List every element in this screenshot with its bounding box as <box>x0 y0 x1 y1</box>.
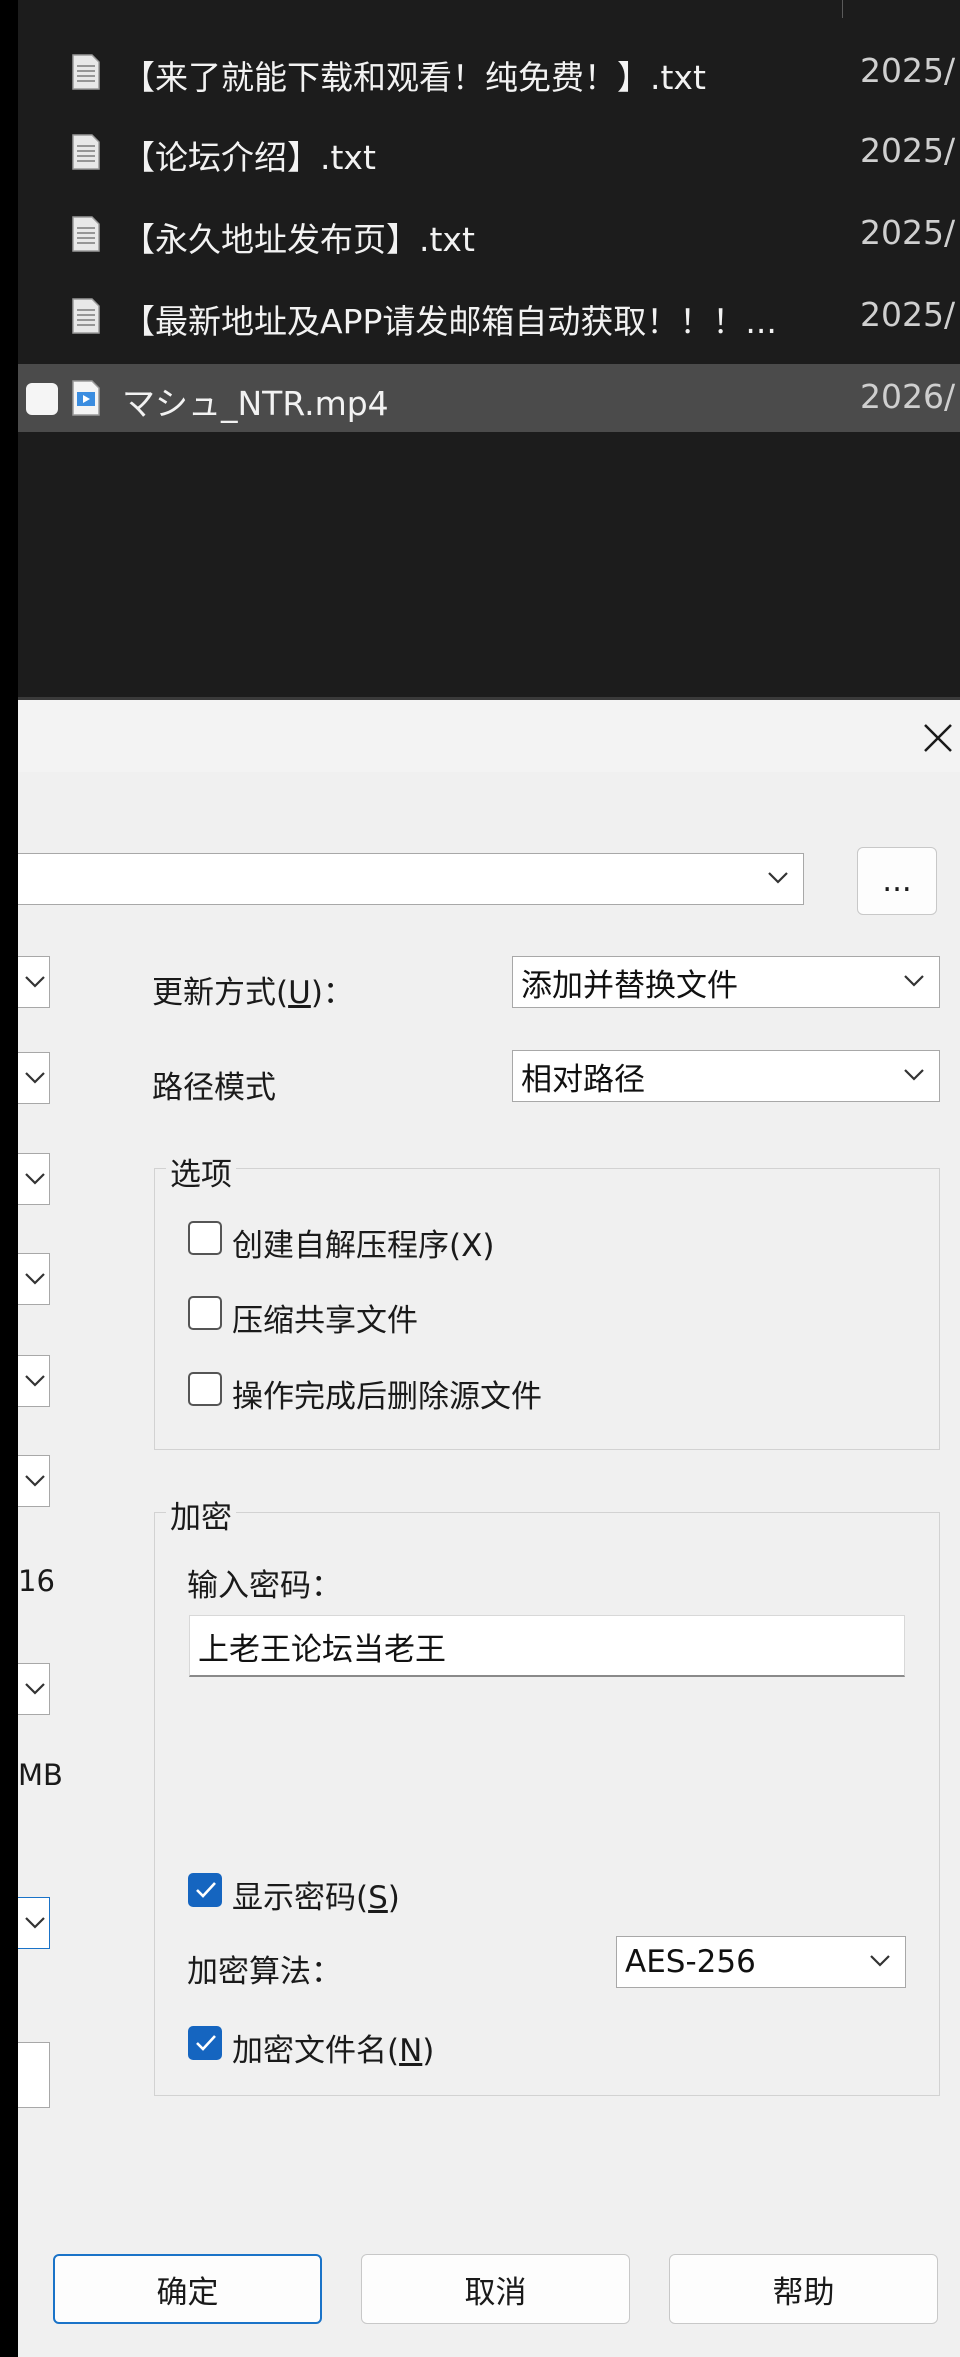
file-date: 2025/ <box>860 51 956 90</box>
file-name: マシュ_NTR.mp4 <box>122 384 389 423</box>
text-file-icon <box>72 298 100 334</box>
file-list: 【来了就能下载和观看！纯免费！】.txt 2025/ 【论坛介绍】.txt 20… <box>18 0 960 700</box>
chevron-down-icon <box>904 1069 924 1081</box>
chevron-down-icon <box>768 872 788 884</box>
file-date: 2025/ <box>860 131 956 170</box>
archive-path-combobox[interactable] <box>18 853 804 905</box>
browse-button[interactable]: ... <box>857 847 937 915</box>
path-mode-value: 相对路径 <box>521 1061 645 1098</box>
algorithm-label: 加密算法： <box>187 1954 342 1990</box>
chevron-down-icon <box>25 1475 45 1487</box>
video-file-icon <box>72 380 100 416</box>
update-mode-combobox[interactable]: 添加并替换文件 <box>512 956 940 1008</box>
file-name: 【永久地址发布页】.txt <box>122 220 475 259</box>
left-stub-combobox[interactable] <box>18 1455 50 1507</box>
left-stub-value: 16 <box>18 1564 55 1598</box>
chevron-down-icon <box>25 1683 45 1695</box>
delete-source-label[interactable]: 操作完成后删除源文件 <box>232 1371 542 1416</box>
text-file-icon <box>72 134 100 170</box>
chevron-down-icon <box>25 1375 45 1387</box>
left-stub-combobox[interactable] <box>18 1355 50 1407</box>
column-divider[interactable] <box>842 0 843 18</box>
create-sfx-checkbox[interactable] <box>188 1221 222 1255</box>
file-date: 2025/ <box>860 213 956 252</box>
cancel-button[interactable]: 取消 <box>361 2254 630 2324</box>
row-checkbox[interactable] <box>26 383 58 415</box>
left-stub-combobox[interactable] <box>18 1897 50 1949</box>
file-row[interactable]: 【来了就能下载和观看！纯免费！】.txt 2025/ <box>18 38 960 106</box>
show-password-label[interactable]: 显示密码(S) <box>232 1872 400 1917</box>
compress-shared-checkbox[interactable] <box>188 1296 222 1330</box>
checkmark-icon <box>196 2035 216 2051</box>
path-mode-label: 路径模式 <box>152 1070 276 1106</box>
compress-shared-label[interactable]: 压缩共享文件 <box>232 1295 418 1340</box>
chevron-down-icon <box>25 1917 45 1929</box>
file-row[interactable]: 【论坛介绍】.txt 2025/ <box>18 118 960 186</box>
algorithm-combobox[interactable]: AES-256 <box>616 1936 906 1988</box>
file-name: 【论坛介绍】.txt <box>122 138 376 177</box>
encrypt-filenames-checkbox[interactable] <box>188 2026 222 2060</box>
encrypt-filenames-label[interactable]: 加密文件名(N) <box>232 2025 434 2070</box>
file-row[interactable]: 【最新地址及APP请发邮箱自动获取！！！... 2025/ <box>18 282 960 350</box>
file-row-selected[interactable]: マシュ_NTR.mp4 2026/ <box>18 364 960 432</box>
left-stub-combobox[interactable] <box>18 1052 50 1104</box>
algorithm-value: AES-256 <box>625 1944 756 1980</box>
chevron-down-icon <box>25 1072 45 1084</box>
left-edge <box>0 700 18 2357</box>
text-file-icon <box>72 216 100 252</box>
create-sfx-label[interactable]: 创建自解压程序(X) <box>232 1220 494 1265</box>
ok-button[interactable]: 确定 <box>53 2254 322 2324</box>
close-icon <box>924 724 952 752</box>
file-date: 2025/ <box>860 295 956 334</box>
checkmark-icon <box>196 1882 216 1898</box>
dialog-titlebar <box>18 700 960 772</box>
password-input[interactable]: 上老王论坛当老王 <box>189 1615 905 1677</box>
encryption-group-title: 加密 <box>166 1492 236 1537</box>
chevron-down-icon <box>870 1955 890 1967</box>
file-row[interactable]: 【永久地址发布页】.txt 2025/ <box>18 200 960 268</box>
file-name: 【来了就能下载和观看！纯免费！】.txt <box>122 58 706 97</box>
file-date: 2026/ <box>860 377 956 416</box>
left-stub-combobox[interactable] <box>18 956 50 1008</box>
path-mode-combobox[interactable]: 相对路径 <box>512 1050 940 1102</box>
left-stub-combobox[interactable] <box>18 1663 50 1715</box>
left-stub-combobox[interactable] <box>18 1253 50 1305</box>
left-stub-unit: MB <box>18 1758 63 1792</box>
delete-source-checkbox[interactable] <box>188 1372 222 1406</box>
update-mode-value: 添加并替换文件 <box>521 967 738 1004</box>
chevron-down-icon <box>25 1173 45 1185</box>
help-button[interactable]: 帮助 <box>669 2254 938 2324</box>
chevron-down-icon <box>904 975 924 987</box>
show-password-checkbox[interactable] <box>188 1873 222 1907</box>
file-list-pane: 【来了就能下载和观看！纯免费！】.txt 2025/ 【论坛介绍】.txt 20… <box>0 0 960 700</box>
chevron-down-icon <box>25 1273 45 1285</box>
text-file-icon <box>72 54 100 90</box>
file-name: 【最新地址及APP请发邮箱自动获取！！！... <box>122 302 777 341</box>
left-stub-combobox[interactable] <box>18 1153 50 1205</box>
password-label: 输入密码： <box>187 1568 342 1604</box>
chevron-down-icon <box>25 976 45 988</box>
close-button[interactable] <box>916 716 960 760</box>
update-mode-label: 更新方式(U)： <box>152 975 354 1011</box>
left-stub-input[interactable] <box>18 2042 50 2108</box>
options-group-title: 选项 <box>166 1149 236 1194</box>
